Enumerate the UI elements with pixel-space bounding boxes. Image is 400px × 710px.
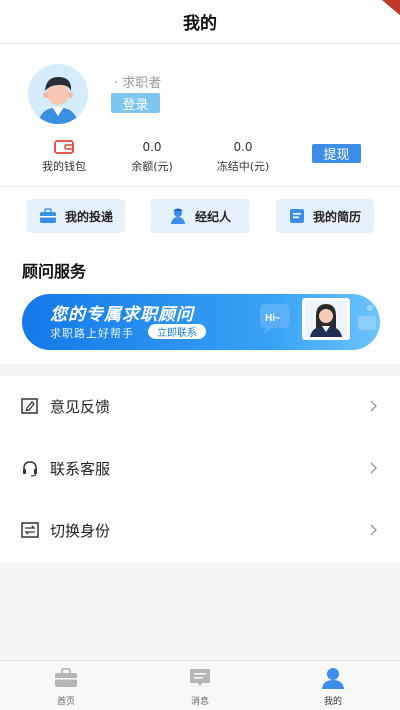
banner-title: 您的专属求职顾问: [50, 305, 194, 325]
agent-button[interactable]: 经纪人: [151, 199, 249, 233]
tab-home-label: 首页: [56, 697, 75, 707]
briefcase-icon: [39, 208, 56, 223]
login-button[interactable]: 登录: [111, 93, 160, 113]
switch-identity-label: 切换身份: [50, 522, 111, 540]
avatar-illustration: [28, 64, 88, 124]
page-title: 我的: [183, 14, 217, 34]
frozen-stat: 0.0 冻结中(元): [210, 140, 276, 174]
menu-item-switch-identity[interactable]: 切换身份: [0, 500, 400, 562]
tab-messages[interactable]: 消息: [160, 661, 240, 710]
resume-icon: [289, 209, 304, 223]
avatar[interactable]: [28, 64, 88, 124]
switch-identity-icon: [21, 522, 39, 538]
agent-icon: [170, 208, 185, 224]
menu-item-feedback[interactable]: 意见反馈: [0, 376, 400, 438]
profile-panel: · 求职者 登录 我的钱包 0.0 余额(元) 0.0 冻结中(元) 提现 我的…: [0, 44, 400, 364]
settings-menu: 意见反馈 联系客服 切换身份: [0, 376, 400, 562]
wallet-icon: [54, 140, 74, 154]
wallet-stats: 我的钱包 0.0 余额(元) 0.0 冻结中(元) 提现: [0, 134, 400, 174]
my-resume-button[interactable]: 我的简历: [276, 199, 374, 233]
bottom-tab-bar: 首页 消息 我的: [0, 660, 400, 710]
withdraw-button[interactable]: 提现: [312, 144, 361, 163]
contact-now-button[interactable]: 立即联系: [148, 324, 206, 339]
frozen-value: 0.0: [233, 140, 253, 154]
balance-stat: 0.0 余额(元): [126, 140, 178, 174]
role-label: · 求职者: [114, 76, 162, 91]
my-applications-button[interactable]: 我的投递: [27, 199, 125, 233]
agent-label: 经纪人: [194, 209, 231, 224]
feedback-label: 意见反馈: [50, 398, 111, 416]
balance-value: 0.0: [142, 140, 162, 154]
frozen-label: 冻结中(元): [216, 160, 270, 173]
consultant-section-title: 顾问服务: [22, 262, 87, 281]
headset-icon: [23, 461, 37, 477]
message-icon: [190, 669, 210, 687]
divider: [0, 186, 400, 187]
debug-corner-ribbon: [374, 0, 400, 20]
tab-messages-label: 消息: [190, 697, 209, 707]
banner-subtitle: 求职路上好帮手: [50, 327, 134, 340]
user-icon: [322, 668, 344, 689]
top-bar: 我的: [0, 0, 400, 44]
briefcase-icon: [55, 668, 77, 687]
my-applications-label: 我的投递: [64, 209, 113, 224]
hi-bubble-text: Hi~: [265, 313, 281, 324]
menu-item-customer-service[interactable]: 联系客服: [0, 438, 400, 500]
balance-label: 余额(元): [131, 160, 173, 173]
chevron-right-icon: [370, 400, 377, 412]
tab-home[interactable]: 首页: [26, 661, 106, 710]
tab-me-label: 我的: [323, 697, 342, 707]
my-resume-label: 我的简历: [312, 209, 361, 224]
chevron-right-icon: [370, 462, 377, 474]
consultant-banner[interactable]: 您的专属求职顾问 求职路上好帮手 立即联系 Hi~: [22, 294, 380, 350]
consultant-illustration: Hi~: [260, 298, 376, 340]
my-wallet[interactable]: 我的钱包: [36, 140, 92, 174]
wallet-label: 我的钱包: [42, 160, 86, 173]
feedback-icon: [21, 398, 38, 414]
tab-me[interactable]: 我的: [293, 661, 373, 710]
chevron-right-icon: [370, 524, 377, 536]
customer-service-label: 联系客服: [50, 460, 111, 478]
